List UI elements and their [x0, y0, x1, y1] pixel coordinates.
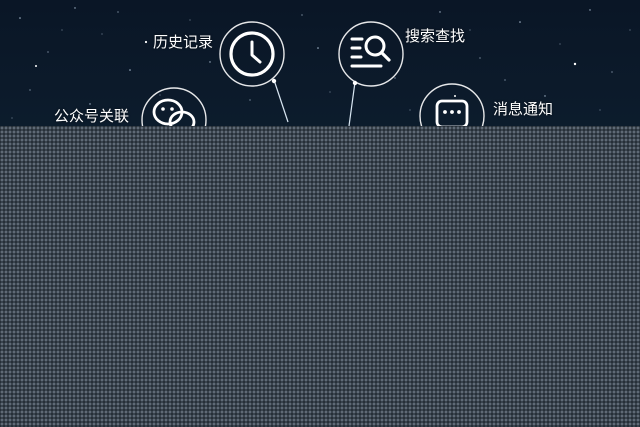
- official-account-node[interactable]: [138, 84, 212, 126]
- connector-line: [271, 78, 289, 123]
- connector-line: [348, 80, 358, 127]
- message-label[interactable]: 消息通知: [493, 100, 553, 118]
- chat-bubble-icon: [141, 87, 207, 126]
- search-list-icon: [338, 21, 404, 87]
- message-node[interactable]: [416, 80, 490, 126]
- message-dots-icon: [419, 83, 485, 126]
- search-node[interactable]: [335, 18, 409, 130]
- history-node[interactable]: [216, 18, 290, 130]
- clock-icon: [219, 21, 285, 87]
- official-account-label[interactable]: 公众号关联: [54, 107, 129, 125]
- dithered-overlay: [0, 126, 640, 427]
- search-label[interactable]: 搜索查找: [405, 27, 465, 45]
- menu-scene: 历史记录 搜索查找 公众号关联 消息通知: [0, 0, 640, 427]
- history-label[interactable]: 历史记录: [153, 33, 213, 51]
